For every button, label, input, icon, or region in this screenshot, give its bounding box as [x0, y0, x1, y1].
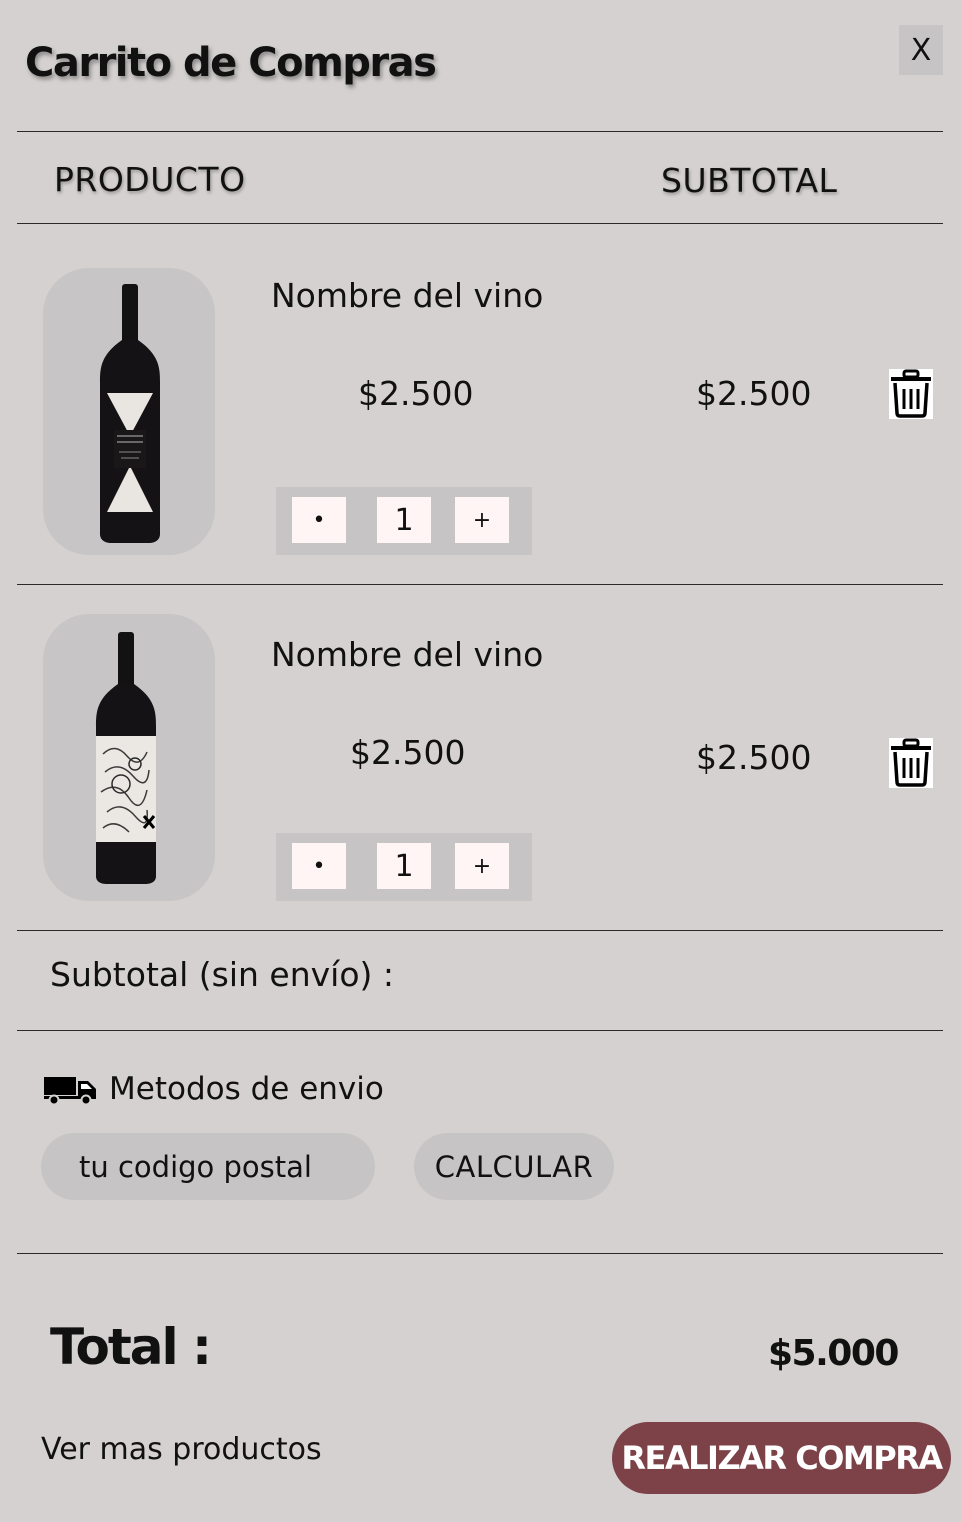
product-image [43, 268, 215, 555]
quantity-stepper: • 1 + [276, 487, 532, 555]
divider [17, 584, 943, 585]
delete-item-button[interactable] [889, 738, 933, 788]
decrement-button[interactable]: • [292, 843, 346, 889]
truck-icon [44, 1075, 98, 1106]
decrement-button[interactable]: • [292, 497, 346, 543]
product-unit-price: $2.500 [358, 374, 474, 413]
checkout-button[interactable]: REALIZAR COMPRA [612, 1422, 951, 1494]
trash-icon [889, 369, 933, 419]
trash-icon [889, 738, 933, 788]
product-subtotal: $2.500 [696, 374, 812, 413]
total-value: $5.000 [768, 1333, 899, 1374]
quantity-stepper: • 1 + [276, 833, 532, 901]
shipping-methods-label: Metodos de envio [109, 1071, 384, 1107]
divider [17, 1253, 943, 1254]
column-header-subtotal: SUBTOTAL [661, 161, 838, 200]
cart-title: Carrito de Compras [25, 40, 437, 86]
product-name: Nombre del vino [271, 276, 544, 315]
divider [17, 1030, 943, 1031]
divider [17, 223, 943, 224]
subtotal-label: Subtotal (sin envío) : [50, 955, 394, 994]
product-unit-price: $2.500 [350, 733, 466, 772]
close-button[interactable]: X [899, 25, 943, 75]
increment-button[interactable]: + [455, 843, 509, 889]
more-products-link[interactable]: Ver mas productos [41, 1432, 322, 1467]
product-name: Nombre del vino [271, 635, 544, 674]
product-image [43, 614, 215, 901]
total-label: Total : [50, 1318, 212, 1376]
delete-item-button[interactable] [889, 369, 933, 419]
product-subtotal: $2.500 [696, 738, 812, 777]
postal-code-input[interactable] [41, 1133, 375, 1200]
divider [17, 131, 943, 132]
divider [17, 930, 943, 931]
column-header-product: PRODUCTO [54, 160, 246, 199]
increment-button[interactable]: + [455, 497, 509, 543]
calculate-button[interactable]: CALCULAR [414, 1133, 614, 1200]
quantity-value[interactable]: 1 [377, 497, 431, 543]
quantity-value[interactable]: 1 [377, 843, 431, 889]
